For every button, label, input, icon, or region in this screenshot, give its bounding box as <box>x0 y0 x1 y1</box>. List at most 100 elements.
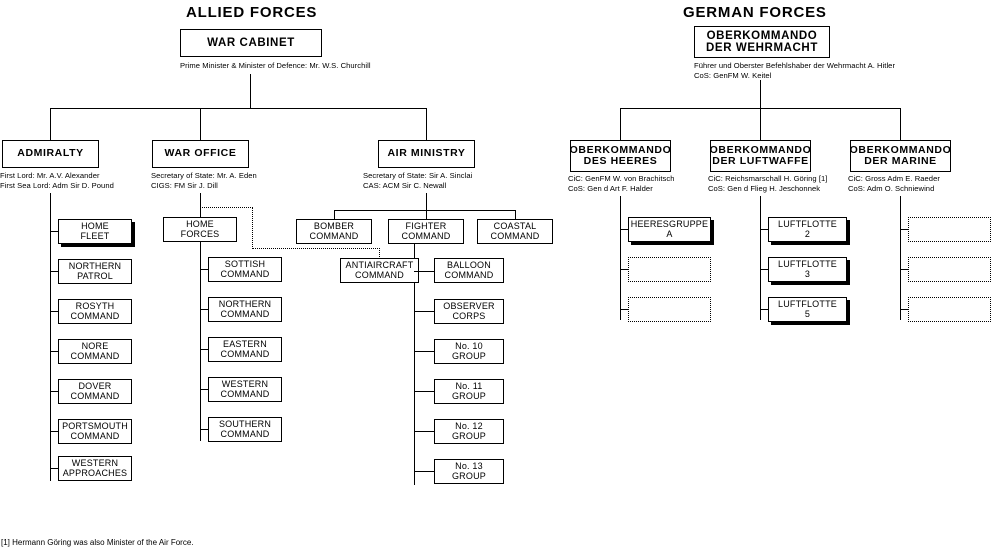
connector-okm-empty-1 <box>900 229 908 230</box>
connector-portsmouth-command <box>50 431 58 432</box>
connector-no-11-group <box>414 391 434 392</box>
air-ministry-subtext: Secretary of State: Sir A. Sinclai CAS: … <box>363 171 473 191</box>
admiralty-subtext: First Lord: Mr. A.V. Alexander First Sea… <box>0 171 114 191</box>
german-forces-heading: GERMAN FORCES <box>683 4 827 21</box>
connector-no-10-group <box>414 351 434 352</box>
connector-western-approaches <box>50 468 58 469</box>
node-oberkommando-der-wehrmacht[interactable]: OBERKOMMANDO DER WEHRMACHT <box>694 26 830 58</box>
node-western-command[interactable]: WESTERN COMMAND <box>208 377 282 402</box>
dotted-connector-seg3 <box>252 248 380 249</box>
node-luftflotte-3[interactable]: LUFTFLOTTE 3 <box>768 257 847 282</box>
okm-subtext: CiC: Gross Adm E. Raeder CoS: Adm O. Sch… <box>848 174 940 194</box>
connector-observer-corps <box>414 311 434 312</box>
connector-war-cabinet-trunk <box>250 74 251 108</box>
allied-forces-heading: ALLIED FORCES <box>186 4 318 21</box>
node-portsmouth-command[interactable]: PORTSMOUTH COMMAND <box>58 419 132 444</box>
dotted-connector-seg2 <box>252 207 253 249</box>
connector-balloon-command <box>414 271 434 272</box>
connector-okl-spine <box>760 196 761 320</box>
node-eastern-command[interactable]: EASTERN COMMAND <box>208 337 282 362</box>
node-war-cabinet[interactable]: WAR CABINET <box>180 29 322 57</box>
connector-okh-empty-1 <box>620 269 628 270</box>
node-northern-command[interactable]: NORTHERN COMMAND <box>208 297 282 322</box>
node-no-12-group[interactable]: No. 12 GROUP <box>434 419 504 444</box>
connector-luftflotte-3 <box>760 269 768 270</box>
node-heeresgruppe-a[interactable]: HEERESGRUPPE A <box>628 217 711 242</box>
connector-bomber-drop <box>334 210 335 219</box>
node-northern-patrol[interactable]: NORTHERN PATROL <box>58 259 132 284</box>
connector-coastal-drop <box>515 210 516 219</box>
node-nore-command[interactable]: NORE COMMAND <box>58 339 132 364</box>
connector-okm-empty-3 <box>900 309 908 310</box>
node-oberkommando-der-marine[interactable]: OBERKOMMANDO DER MARINE <box>850 140 951 172</box>
node-admiralty[interactable]: ADMIRALTY <box>2 140 99 168</box>
node-no-13-group[interactable]: No. 13 GROUP <box>434 459 504 484</box>
connector-okm-empty-2 <box>900 269 908 270</box>
node-no-11-group[interactable]: No. 11 GROUP <box>434 379 504 404</box>
connector-no-12-group <box>414 431 434 432</box>
connector-fighter-drop <box>426 210 427 219</box>
connector-admiralty-drop <box>50 108 51 140</box>
dotted-connector-seg1 <box>200 207 253 208</box>
connector-sottish-command <box>200 269 208 270</box>
connector-okm-spine <box>900 196 901 320</box>
connector-allied-bus <box>50 108 426 109</box>
footnote-text: [1] Hermann Göring was also Minister of … <box>1 538 194 547</box>
connector-air-ministry-drop <box>426 108 427 140</box>
war-office-subtext: Secretary of State: Mr. A. Eden CIGS: FM… <box>151 171 257 191</box>
node-luftflotte-5[interactable]: LUFTFLOTTE 5 <box>768 297 847 322</box>
connector-war-office-to-home-forces <box>200 193 201 219</box>
connector-okm-drop <box>900 108 901 140</box>
node-okm-empty-1[interactable] <box>908 217 991 242</box>
node-air-ministry[interactable]: AIR MINISTRY <box>378 140 475 168</box>
connector-dover-command <box>50 391 58 392</box>
node-okm-empty-2[interactable] <box>908 257 991 282</box>
node-southern-command[interactable]: SOUTHERN COMMAND <box>208 417 282 442</box>
node-balloon-command[interactable]: BALLOON COMMAND <box>434 258 504 283</box>
node-coastal-command[interactable]: COASTAL COMMAND <box>477 219 553 244</box>
connector-home-fleet <box>50 231 58 232</box>
connector-luftflotte-2 <box>760 229 768 230</box>
connector-air-ministry-trunk <box>426 193 427 210</box>
node-bomber-command[interactable]: BOMBER COMMAND <box>296 219 372 244</box>
connector-nore-command <box>50 351 58 352</box>
connector-northern-command <box>200 309 208 310</box>
node-dover-command[interactable]: DOVER COMMAND <box>58 379 132 404</box>
connector-air-ministry-bus <box>334 210 516 211</box>
node-oberkommando-der-luftwaffe[interactable]: OBERKOMMANDO DER LUFTWAFFE <box>710 140 811 172</box>
node-home-forces[interactable]: HOME FORCES <box>163 217 237 242</box>
connector-home-forces-spine <box>200 242 201 441</box>
node-home-fleet[interactable]: HOME FLEET <box>58 219 132 244</box>
connector-luftflotte-5 <box>760 309 768 310</box>
org-chart-canvas: ALLIED FORCES GERMAN FORCES WAR CABINET … <box>0 0 1000 550</box>
node-fighter-command[interactable]: FIGHTER COMMAND <box>388 219 464 244</box>
node-no-10-group[interactable]: No. 10 GROUP <box>434 339 504 364</box>
node-rosyth-command[interactable]: ROSYTH COMMAND <box>58 299 132 324</box>
node-sottish-command[interactable]: SOTTISH COMMAND <box>208 257 282 282</box>
connector-admiralty-spine <box>50 193 51 481</box>
connector-okw-trunk <box>760 80 761 108</box>
node-antiaircraft-command[interactable]: ANTIAIRCRAFT COMMAND <box>340 258 419 283</box>
connector-western-command <box>200 389 208 390</box>
connector-okh-drop <box>620 108 621 140</box>
war-cabinet-subtext: Prime Minister & Minister of Defence: Mr… <box>180 61 371 70</box>
connector-southern-command <box>200 429 208 430</box>
connector-okh-empty-2 <box>620 309 628 310</box>
connector-okl-drop <box>760 108 761 140</box>
connector-war-office-drop <box>200 108 201 140</box>
okw-subtext: Führer und Oberster Befehlshaber der Weh… <box>694 61 896 81</box>
connector-rosyth-command <box>50 311 58 312</box>
connector-no-13-group <box>414 471 434 472</box>
node-war-office[interactable]: WAR OFFICE <box>152 140 249 168</box>
node-luftflotte-2[interactable]: LUFTFLOTTE 2 <box>768 217 847 242</box>
node-okh-empty-2[interactable] <box>628 297 711 322</box>
connector-heeresgruppe-a <box>620 229 628 230</box>
okh-subtext: CiC: GenFM W. von Brachitsch CoS: Gen d … <box>568 174 675 194</box>
node-oberkommando-des-heeres[interactable]: OBERKOMMANDO DES HEERES <box>570 140 671 172</box>
node-okh-empty-1[interactable] <box>628 257 711 282</box>
node-observer-corps[interactable]: OBSERVER CORPS <box>434 299 504 324</box>
node-western-approaches[interactable]: WESTERN APPROACHES <box>58 456 132 481</box>
node-okm-empty-3[interactable] <box>908 297 991 322</box>
connector-okh-spine <box>620 196 621 320</box>
connector-eastern-command <box>200 349 208 350</box>
